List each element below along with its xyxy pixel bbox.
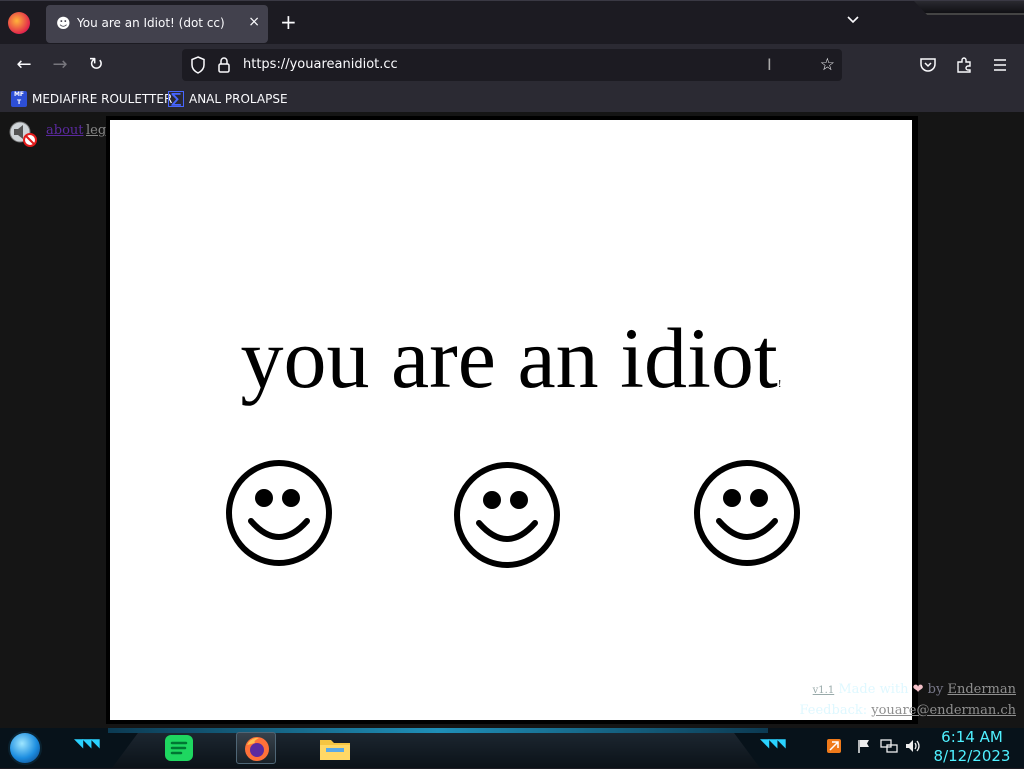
headline: you are an idiot! (110, 308, 912, 434)
muted-speaker-icon[interactable] (8, 120, 38, 148)
reload-button[interactable]: ↻ (84, 53, 108, 77)
tab-strip: ☻ You are an Idiot! (dot cc) × + (0, 0, 1024, 44)
window-decoration (914, 1, 1024, 15)
forward-button[interactable]: → (48, 53, 72, 77)
idiot-popup-window: you are an idiot! (106, 116, 918, 724)
tab-you-are-an-idiot[interactable]: ☻ You are an Idiot! (dot cc) × (46, 5, 268, 43)
app-tray-icon[interactable] (826, 738, 842, 759)
smiley-face-icon (694, 460, 800, 566)
email-link[interactable]: youare@enderman.ch (871, 703, 1016, 718)
firefox-icon[interactable] (236, 732, 276, 764)
popup-content: you are an idiot! (110, 120, 912, 720)
smiley-face-icon: ☻ (56, 16, 71, 32)
sigma-icon: ∑ (168, 91, 184, 107)
bookmark-mediafire-rouletter[interactable]: MF T MEDIAFIRE ROULETTER (11, 90, 172, 108)
shield-icon[interactable] (190, 56, 206, 78)
clock-time: 6:14 AM (941, 728, 1003, 746)
flag-icon[interactable] (856, 738, 872, 759)
smiley-face-icon (226, 460, 332, 566)
firefox-view-icon[interactable] (8, 12, 30, 34)
navigation-toolbar: ← → ↻ https://youareanidiot.cc I ☆ (0, 44, 1024, 86)
start-orb-icon[interactable] (8, 731, 42, 765)
pocket-icon[interactable] (916, 53, 940, 77)
author-link[interactable]: Enderman (947, 682, 1016, 697)
smiley-face-icon (454, 462, 560, 568)
extensions-icon[interactable] (952, 53, 976, 77)
close-tab-icon[interactable]: × (248, 14, 260, 30)
tab-title: You are an Idiot! (dot cc) (77, 16, 225, 30)
bookmark-anal-prolapse[interactable]: ∑ ANAL PROLAPSE (168, 90, 288, 108)
taskbar-plate (112, 733, 760, 768)
bookmark-label: MEDIAFIRE ROULETTER (32, 92, 173, 106)
file-explorer-icon[interactable] (316, 732, 356, 764)
mediafire-icon: MF T (11, 91, 27, 107)
spotify-icon[interactable] (160, 732, 200, 764)
version-link[interactable]: v1.1 (813, 685, 835, 696)
url-bar[interactable]: https://youareanidiot.cc I ☆ (182, 49, 842, 81)
system-clock[interactable]: 6:14 AM 8/12/2023 (930, 728, 1014, 766)
headline-mark: ! (777, 378, 782, 390)
page-content: about legacy safe you are an idiot! (0, 112, 1024, 728)
chevron-decoration-icon: ◥◥◥ (74, 736, 100, 750)
heart-icon: ❤ (912, 682, 924, 697)
headline-text: you are an idiot (240, 310, 778, 406)
about-link[interactable]: about (46, 123, 84, 138)
by-text: by (927, 682, 944, 697)
url-text[interactable]: https://youareanidiot.cc (243, 57, 398, 72)
bookmark-label: ANAL PROLAPSE (189, 92, 288, 106)
feedback-label: Feedback: (799, 703, 868, 718)
menu-icon[interactable] (988, 53, 1012, 77)
clock-date: 8/12/2023 (933, 747, 1011, 765)
browser-window: ☻ You are an Idiot! (dot cc) × + ← → ↻ h… (0, 0, 1024, 728)
network-icon[interactable] (880, 738, 898, 759)
taskbar: ◥◥◥ ◥◥◥ 6:14 AM 8/12/2023 (0, 728, 1024, 768)
back-button[interactable]: ← (12, 53, 36, 77)
taskbar-rail (108, 728, 768, 733)
volume-icon[interactable] (904, 738, 922, 759)
bookmarks-toolbar: MF T MEDIAFIRE ROULETTER ∑ ANAL PROLAPSE (0, 86, 1024, 112)
list-all-tabs-button[interactable] (846, 13, 860, 29)
page-footer: v1.1 Made with ❤ by Enderman Feedback: y… (799, 680, 1016, 721)
bookmark-star-icon[interactable]: ☆ (820, 55, 835, 75)
chevron-decoration-icon: ◥◥◥ (760, 736, 786, 750)
chevron-down-icon (847, 16, 859, 24)
new-tab-button[interactable]: + (280, 11, 297, 33)
text-cursor-icon: I (767, 55, 772, 74)
lock-icon[interactable] (217, 56, 231, 78)
made-with-text: Made with (838, 682, 909, 697)
